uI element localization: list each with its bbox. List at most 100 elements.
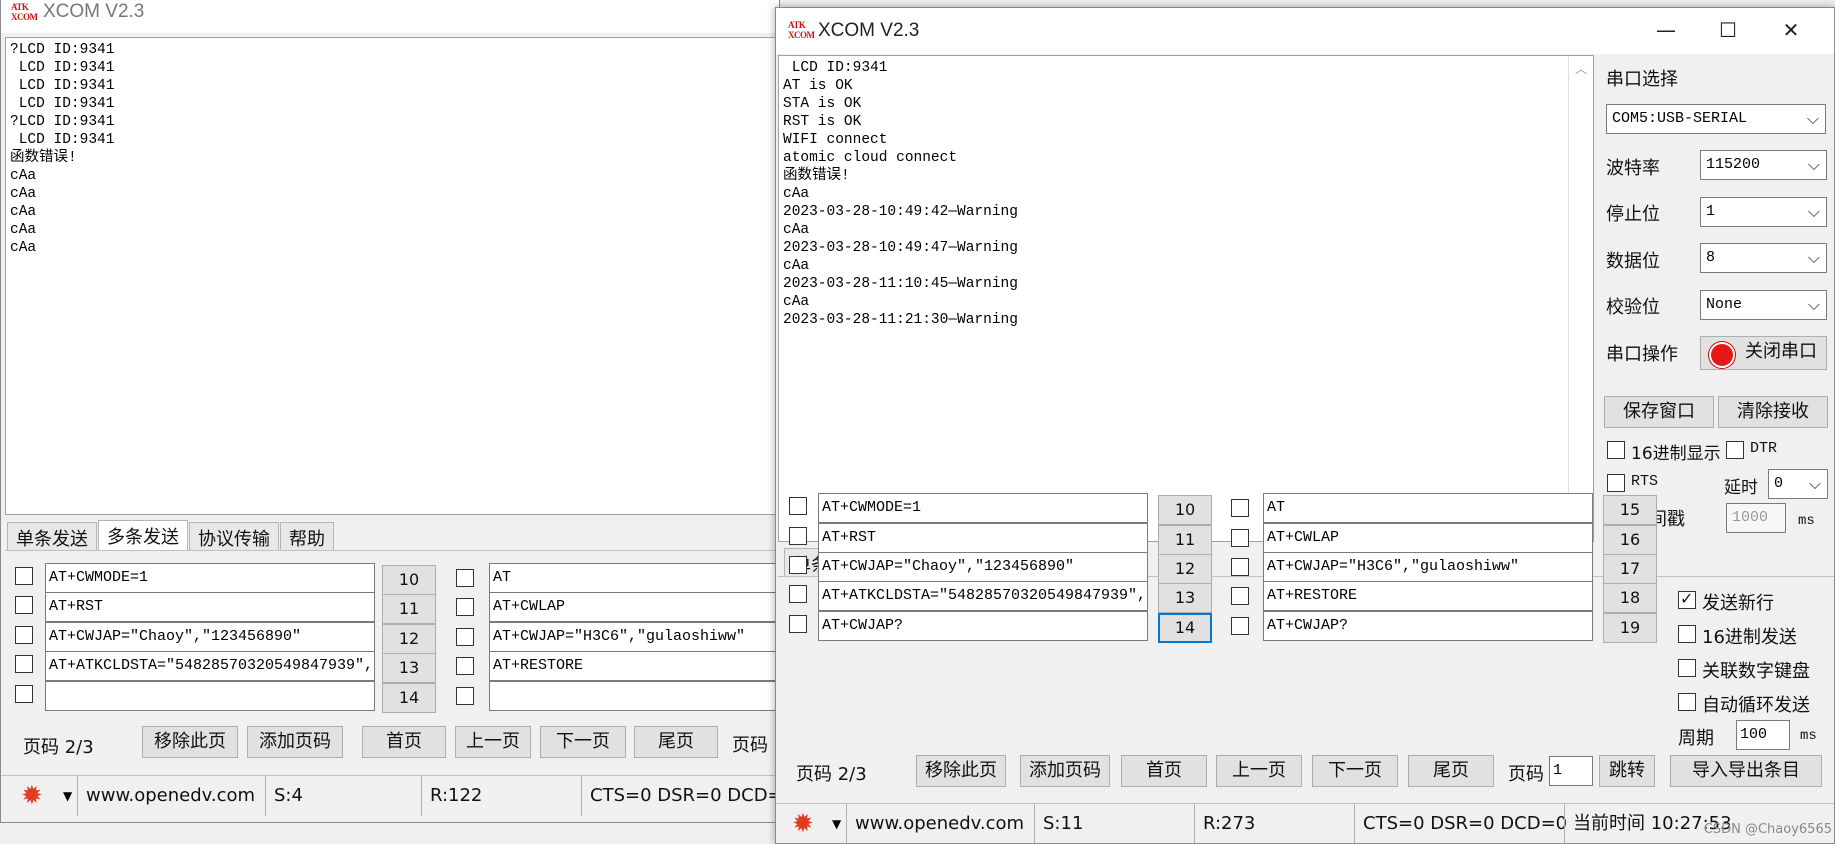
back-tab-3[interactable]: 帮助 <box>280 522 334 551</box>
front-row-send-button[interactable]: 13 <box>1158 583 1212 613</box>
back-row-checkbox[interactable] <box>456 687 474 705</box>
back-titlebar[interactable]: ATK XCOM XCOM V2.3 <box>1 0 779 33</box>
back-row-input[interactable]: AT+RST <box>45 592 375 622</box>
back-row-checkbox[interactable] <box>456 628 474 646</box>
hex-send-checkbox[interactable] <box>1678 625 1696 643</box>
send-newline-checkbox[interactable] <box>1678 589 1696 609</box>
front-status-url[interactable]: www.openedv.com <box>846 804 1024 843</box>
front-row-send-button[interactable]: 11 <box>1158 525 1212 555</box>
front-row-send-button[interactable]: 19 <box>1603 613 1657 643</box>
settings-gear-icon[interactable]: ✹ <box>21 776 43 816</box>
back-row-input[interactable]: AT+RESTORE <box>489 651 779 681</box>
hex-display-checkbox[interactable] <box>1607 441 1625 459</box>
front-titlebar[interactable]: ATK XCOM XCOM V2.3 — ☐ ✕ <box>776 8 1834 54</box>
data-bits-select[interactable]: 8 ⌵ <box>1700 243 1827 273</box>
import-export-button[interactable]: 导入导出条目 <box>1670 755 1822 787</box>
back-row-checkbox[interactable] <box>456 657 474 675</box>
front-row-send-button[interactable]: 14 <box>1158 613 1212 643</box>
front-row-checkbox[interactable] <box>1231 617 1249 635</box>
front-row-checkbox[interactable] <box>1231 587 1249 605</box>
numeric-keypad-checkbox[interactable] <box>1678 659 1696 677</box>
front-row-input[interactable]: AT+CWJAP="Chaoy","123456890" <box>818 552 1148 582</box>
close-port-button[interactable]: 关闭串口 <box>1700 336 1827 370</box>
jump-button[interactable]: 跳转 <box>1599 755 1655 787</box>
scroll-up-icon[interactable]: ︿ <box>1575 60 1587 77</box>
receive-scrollbar[interactable]: ︿ ﹀ <box>1568 56 1593 540</box>
front-row-input[interactable]: AT+RST <box>818 523 1148 553</box>
front-row-send-button[interactable]: 12 <box>1158 554 1212 584</box>
front-row-checkbox[interactable] <box>1231 499 1249 517</box>
back-row-input[interactable]: AT <box>489 563 779 593</box>
front-row-checkbox[interactable] <box>789 527 807 545</box>
dropdown-arrow-icon[interactable]: ▼ <box>63 776 72 816</box>
back-page-button-1[interactable]: 添加页码 <box>247 726 343 758</box>
back-row-input[interactable]: AT+ATKCLDSTA="54828570320549847939", <box>45 651 375 681</box>
back-row-input[interactable]: AT+CWMODE=1 <box>45 563 375 593</box>
front-row-send-button[interactable]: 17 <box>1603 554 1657 584</box>
auto-loop-checkbox[interactable] <box>1678 693 1696 711</box>
back-row-checkbox[interactable] <box>456 598 474 616</box>
front-page-button-2[interactable]: 首页 <box>1121 755 1207 787</box>
back-row-checkbox[interactable] <box>15 567 33 585</box>
back-page-button-5[interactable]: 尾页 <box>634 726 718 758</box>
parity-select[interactable]: None ⌵ <box>1700 290 1827 320</box>
back-tab-2[interactable]: 协议传输 <box>189 522 279 551</box>
back-row-input[interactable]: AT+CWJAP="H3C6","gulaoshiww" <box>489 622 779 652</box>
stop-bits-select[interactable]: 1 ⌵ <box>1700 197 1827 227</box>
front-row-input[interactable]: AT+CWLAP <box>1263 523 1593 553</box>
front-row-checkbox[interactable] <box>1231 529 1249 547</box>
back-row-checkbox[interactable] <box>15 685 33 703</box>
back-row-checkbox[interactable] <box>15 626 33 644</box>
delay-select[interactable]: 0 ⌵ <box>1768 469 1828 499</box>
port-select[interactable]: COM5:USB-SERIAL ⌵ <box>1606 104 1826 134</box>
settings-gear-icon[interactable]: ✹ <box>792 804 814 843</box>
front-row-input[interactable]: AT+CWJAP? <box>818 611 1148 641</box>
front-row-checkbox[interactable] <box>789 615 807 633</box>
minimize-button[interactable]: — <box>1631 8 1701 52</box>
back-row-input[interactable]: AT+CWLAP <box>489 592 779 622</box>
back-page-button-3[interactable]: 上一页 <box>455 726 531 758</box>
back-page-button-0[interactable]: 移除此页 <box>142 726 238 758</box>
close-button[interactable]: ✕ <box>1756 8 1826 52</box>
front-page-button-1[interactable]: 添加页码 <box>1020 755 1110 787</box>
front-row-send-button[interactable]: 15 <box>1603 495 1657 525</box>
front-row-checkbox[interactable] <box>789 585 807 603</box>
front-row-send-button[interactable]: 10 <box>1158 495 1212 525</box>
front-row-send-button[interactable]: 18 <box>1603 583 1657 613</box>
back-row-send-button[interactable]: 12 <box>382 624 436 654</box>
back-row-input[interactable] <box>489 681 779 711</box>
back-receive-area[interactable]: ?LCD ID:9341 LCD ID:9341 LCD ID:9341 LCD… <box>5 37 777 515</box>
front-row-input[interactable]: AT+ATKCLDSTA="54828570320549847939", <box>818 581 1148 611</box>
back-tab-0[interactable]: 单条发送 <box>7 522 97 551</box>
front-row-input[interactable]: AT+RESTORE <box>1263 581 1593 611</box>
dtr-checkbox[interactable] <box>1726 441 1744 459</box>
front-row-input[interactable]: AT <box>1263 493 1593 523</box>
front-page-button-3[interactable]: 上一页 <box>1216 755 1302 787</box>
back-row-send-button[interactable]: 11 <box>382 594 436 624</box>
front-row-input[interactable]: AT+CWMODE=1 <box>818 493 1148 523</box>
front-row-checkbox[interactable] <box>789 497 807 515</box>
timestamp-input[interactable]: 1000 <box>1726 503 1786 533</box>
back-row-checkbox[interactable] <box>15 655 33 673</box>
front-page-button-4[interactable]: 下一页 <box>1312 755 1398 787</box>
period-input[interactable]: 100 <box>1736 720 1790 750</box>
back-row-input[interactable]: AT+CWJAP="Chaoy","123456890" <box>45 622 375 652</box>
back-row-checkbox[interactable] <box>15 596 33 614</box>
baud-select[interactable]: 115200 ⌵ <box>1700 150 1827 180</box>
rts-checkbox[interactable] <box>1607 474 1625 492</box>
back-row-send-button[interactable]: 14 <box>382 683 436 713</box>
dropdown-arrow-icon[interactable]: ▼ <box>832 804 841 843</box>
back-status-url[interactable]: www.openedv.com <box>77 776 255 816</box>
back-row-input[interactable] <box>45 681 375 711</box>
front-row-checkbox[interactable] <box>789 556 807 574</box>
save-window-button[interactable]: 保存窗口 <box>1604 396 1714 428</box>
front-row-checkbox[interactable] <box>1231 558 1249 576</box>
back-page-button-2[interactable]: 首页 <box>362 726 446 758</box>
maximize-button[interactable]: ☐ <box>1693 8 1763 52</box>
front-page-button-0[interactable]: 移除此页 <box>916 755 1006 787</box>
front-row-input[interactable]: AT+CWJAP="H3C6","gulaoshiww" <box>1263 552 1593 582</box>
back-row-send-button[interactable]: 13 <box>382 653 436 683</box>
clear-receive-button[interactable]: 清除接收 <box>1718 396 1828 428</box>
front-row-send-button[interactable]: 16 <box>1603 525 1657 555</box>
back-row-checkbox[interactable] <box>456 569 474 587</box>
